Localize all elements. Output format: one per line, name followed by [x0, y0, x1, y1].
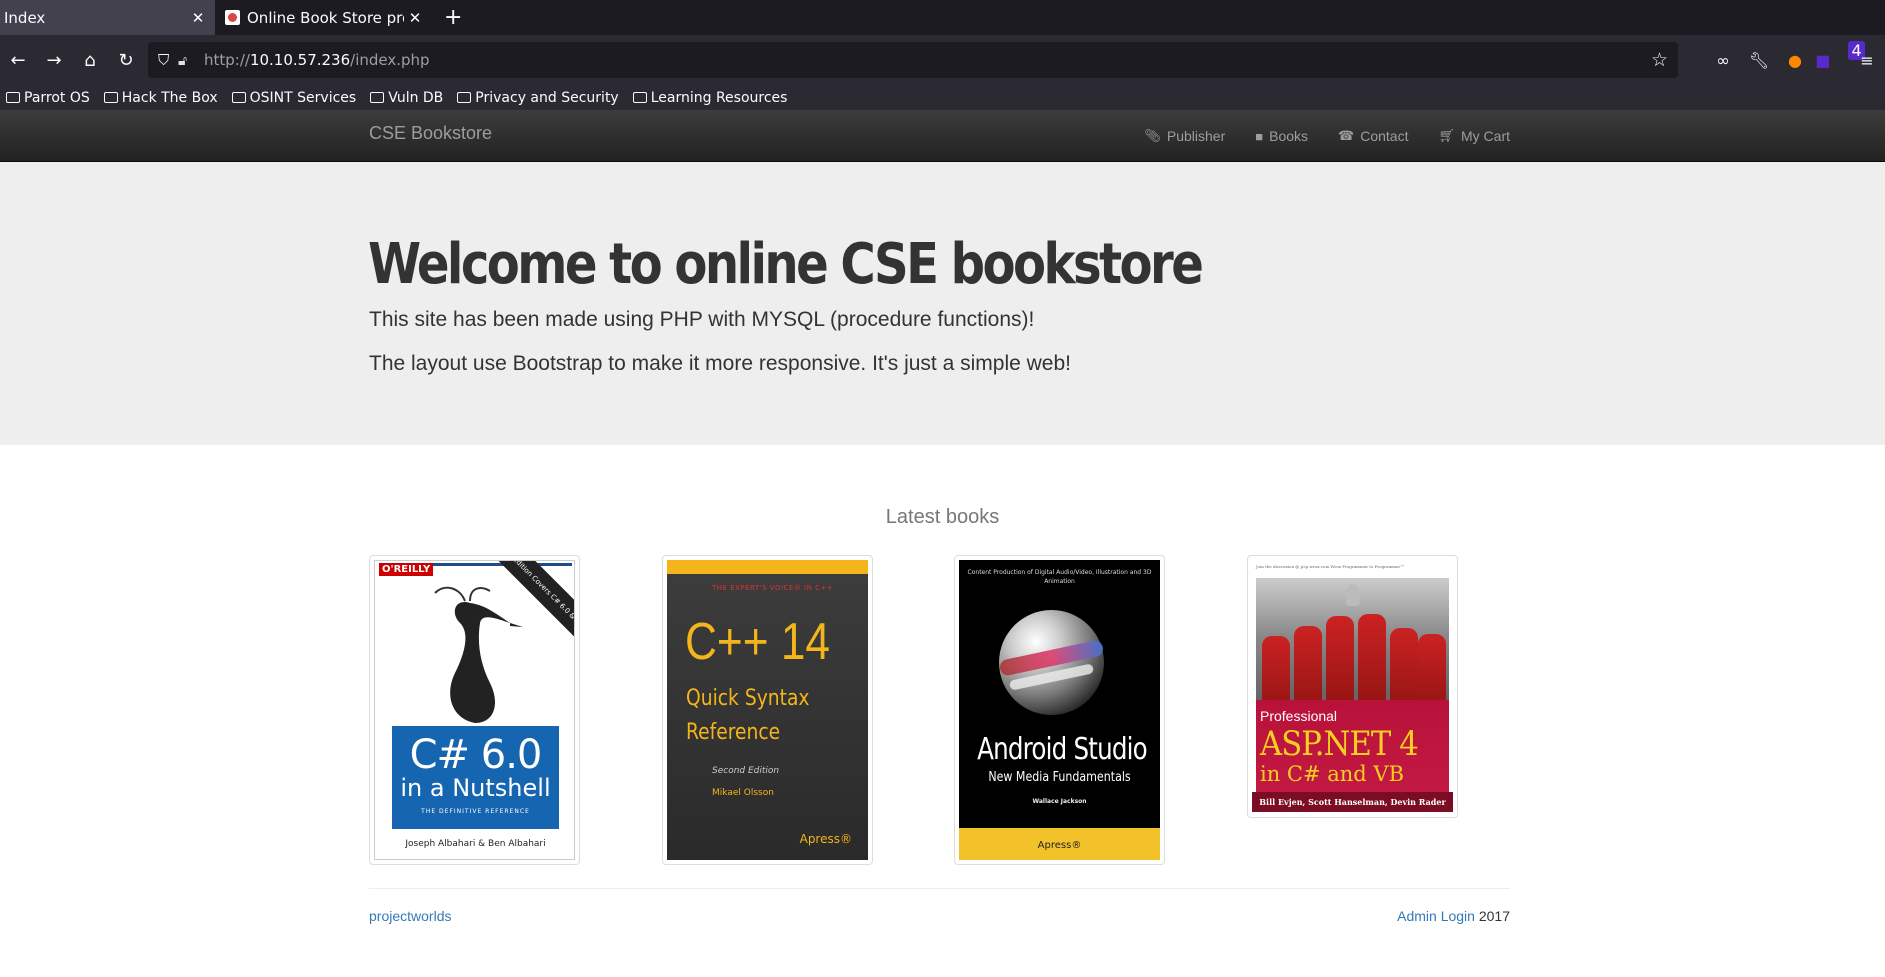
folder-icon — [103, 92, 118, 103]
bookmarks-bar: Parrot OS Hack The Box OSINT Services Vu… — [0, 85, 1885, 110]
favicon-icon — [225, 10, 240, 25]
book-title-main: Android Studio — [977, 732, 1148, 767]
book-cover[interactable]: THE EXPERT'S VOICE® IN C++ C++ 14 Quick … — [667, 560, 868, 860]
publisher-logo: Apress® — [799, 832, 852, 846]
menu-icon[interactable]: ≡ — [1849, 51, 1885, 70]
intro-line-1: This site has been made using PHP with M… — [369, 308, 1035, 331]
browser-toolbar: ← → ⌂ ↻ ⛉ 🔓︎ http://10.10.57.236/index.p… — [0, 35, 1885, 85]
bird-illustration — [434, 586, 523, 723]
book-authors: Joseph Albahari & Ben Albahari — [405, 839, 546, 849]
paperclip-icon: 📎︎ — [1144, 128, 1161, 143]
extension-fox-icon[interactable]: ● — [1777, 51, 1813, 70]
folder-icon — [6, 92, 20, 103]
cart-icon: 🛒︎ — [1438, 128, 1455, 143]
bookmark-star-icon[interactable]: ☆ — [1651, 49, 1668, 72]
footer-year: 2017 — [1478, 908, 1510, 924]
url-text[interactable]: http://10.10.57.236/index.php — [204, 51, 430, 69]
book-title-main: C# 6.0 — [409, 732, 543, 778]
book-title-sub: Quick Syntax Reference — [686, 686, 810, 745]
book-icon: ■ — [1255, 128, 1264, 144]
intro-line-2: The layout use Bootstrap to make it more… — [369, 352, 1071, 375]
tab-index[interactable]: Index ✕ — [0, 0, 215, 35]
book-topline: Content Production of Digital Audio/Vide… — [967, 569, 1152, 585]
nav-books[interactable]: ■ Books — [1255, 128, 1308, 144]
book-thumbnail-android-studio[interactable]: Content Production of Digital Audio/Vide… — [954, 555, 1165, 865]
footer-right: Admin Login 2017 — [1397, 908, 1510, 924]
bookmark-hack-the-box[interactable]: Hack The Box — [103, 90, 218, 106]
book-title-sub: in a Nutshell — [400, 774, 551, 802]
nav-my-cart[interactable]: 🛒︎ My Cart — [1438, 128, 1510, 144]
address-bar[interactable]: ⛉ 🔓︎ http://10.10.57.236/index.php ☆ — [148, 42, 1678, 78]
mask-icon[interactable]: ∞ — [1705, 51, 1741, 70]
welcome-heading: Welcome to online CSE bookstore — [368, 232, 1204, 297]
footer-divider — [369, 888, 1510, 889]
trophy-illustration — [1346, 584, 1360, 606]
latest-books-heading: Latest books — [885, 506, 1000, 528]
site-navbar: CSE Bookstore 📎︎ Publisher ■ Books ☎ Contac… — [0, 110, 1885, 162]
toolbar-right: ∞ 🔧︎ ● ■4 ≡ — [1705, 35, 1885, 85]
folder-icon — [457, 92, 472, 103]
reload-icon[interactable]: ↻ — [108, 50, 144, 71]
publisher-tag: O'REILLY — [379, 563, 434, 576]
book-series: THE EXPERT'S VOICE® IN C++ — [712, 584, 834, 592]
extension-icon[interactable]: ■4 — [1813, 40, 1865, 70]
bookmark-parrot-os[interactable]: Parrot OS — [6, 90, 90, 106]
globe-illustration — [999, 610, 1104, 715]
jumbotron: Welcome to online CSE bookstore This sit… — [0, 162, 1885, 445]
shield-icon[interactable]: ⛉ — [158, 52, 178, 69]
nav-contact[interactable]: ☎ Contact — [1338, 128, 1408, 144]
book-title-main: C++ 14 — [685, 613, 830, 671]
book-thumbnail-cpp14[interactable]: THE EXPERT'S VOICE® IN C++ C++ 14 Quick … — [662, 555, 873, 865]
phone-icon: ☎ — [1338, 128, 1355, 143]
book-authors: Wallace Jackson — [1032, 798, 1087, 805]
cover-top-bar — [667, 560, 868, 574]
wrench-icon[interactable]: 🔧︎ — [1741, 51, 1777, 70]
close-tab-icon[interactable]: ✕ — [404, 9, 426, 27]
new-tab-icon[interactable]: + — [432, 0, 462, 35]
book-label: Professional — [1260, 708, 1338, 724]
bookmark-learning-resources[interactable]: Learning Resources — [632, 90, 787, 106]
back-icon[interactable]: ← — [0, 50, 36, 71]
book-title-main: ASP.NET 4 — [1260, 724, 1419, 764]
browser-tab-strip: Index ✕ Online Book Store project ✕ + — [0, 0, 1885, 35]
bookmark-privacy-security[interactable]: Privacy and Security — [457, 90, 619, 106]
site-nav-links: 📎︎ Publisher ■ Books ☎ Contact 🛒︎ My Cart — [1114, 110, 1510, 162]
tab-online-book-store[interactable]: Online Book Store project ✕ — [215, 0, 432, 35]
nav-publisher[interactable]: 📎︎ Publisher — [1144, 128, 1225, 144]
book-cover[interactable]: Join the discussion @ p2p.wrox.com Wrox … — [1252, 560, 1453, 813]
book-title-sub: in C# and VB — [1260, 762, 1405, 786]
book-cover[interactable]: Content Production of Digital Audio/Vide… — [959, 560, 1160, 860]
book-authors: Bill Evjen, Scott Hanselman, Devin Rader — [1252, 792, 1453, 812]
book-thumbnail-csharp[interactable]: O'REILLY 6th Edition Covers C# 6.0 & the… — [369, 555, 580, 865]
projectworlds-link[interactable]: projectworlds — [369, 908, 451, 924]
book-header: Join the discussion @ p2p.wrox.com Wrox … — [1256, 564, 1405, 569]
publisher-logo: Apress® — [959, 828, 1160, 860]
book-authors: Mikael Olsson — [712, 788, 774, 798]
book-cover[interactable]: O'REILLY 6th Edition Covers C# 6.0 & the… — [374, 560, 575, 860]
book-thumbnail-aspnet[interactable]: Join the discussion @ p2p.wrox.com Wrox … — [1247, 555, 1458, 818]
book-tagline: THE DEFINITIVE REFERENCE — [421, 808, 530, 815]
bookmark-osint-services[interactable]: OSINT Services — [231, 90, 356, 106]
title-block: C# 6.0 in a Nutshell THE DEFINITIVE REFE… — [392, 726, 559, 829]
book-edition: Second Edition — [712, 766, 780, 776]
folder-icon — [632, 92, 647, 103]
folder-icon — [231, 92, 246, 103]
bookmark-vuln-db[interactable]: Vuln DB — [370, 90, 443, 106]
forward-icon[interactable]: → — [36, 50, 72, 71]
admin-login-link[interactable]: Admin Login — [1397, 908, 1475, 924]
book-title-sub: New Media Fundamentals — [988, 770, 1131, 785]
insecure-lock-icon[interactable]: 🔓︎ — [178, 52, 200, 69]
home-icon[interactable]: ⌂ — [72, 50, 108, 71]
tab-title: Online Book Store project — [247, 8, 404, 27]
tab-title: Index — [4, 8, 46, 27]
folder-icon — [370, 92, 385, 103]
site-brand[interactable]: CSE Bookstore — [369, 123, 492, 144]
close-tab-icon[interactable]: ✕ — [187, 9, 209, 27]
